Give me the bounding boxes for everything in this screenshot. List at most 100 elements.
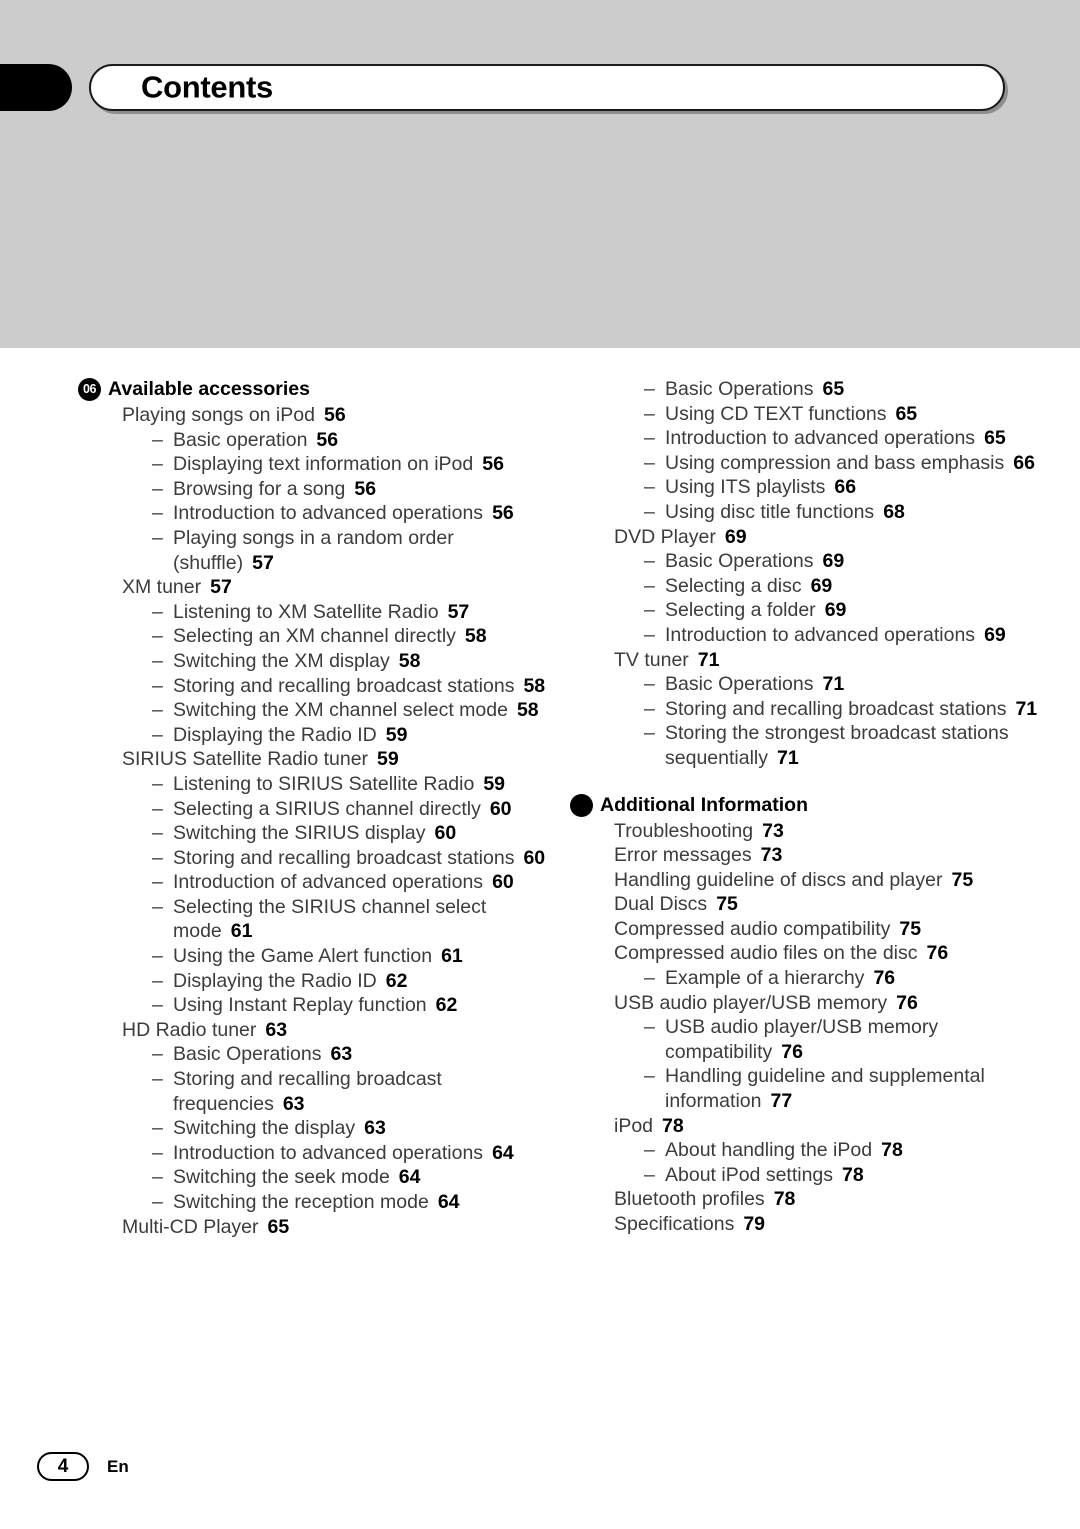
toc-entry[interactable]: – Using compression and bass emphasis 66 — [570, 451, 1040, 476]
toc-entry[interactable]: – Switching the reception mode 64 — [78, 1190, 548, 1215]
toc-entry[interactable]: – Using ITS playlists 66 — [570, 475, 1040, 500]
entry-dash-icon: – — [644, 574, 655, 597]
toc-entry[interactable]: – Listening to XM Satellite Radio 57 — [78, 600, 548, 625]
toc-entry[interactable]: – Introduction to advanced operations 56 — [78, 501, 548, 526]
toc-entry[interactable]: – Selecting an XM channel directly 58 — [78, 624, 548, 649]
toc-entry[interactable]: Handling guideline of discs and player 75 — [570, 868, 1040, 893]
toc-entry-body: USB audio player/USB memory compatibilit… — [665, 1015, 1040, 1064]
toc-entry-page-number: 69 — [984, 623, 1006, 646]
toc-entry[interactable]: – Basic Operations 69 — [570, 549, 1040, 574]
toc-entry[interactable]: – USB audio player/USB memory compatibili… — [570, 1015, 1040, 1064]
entry-dash-icon: – — [644, 550, 655, 573]
entry-dash-icon: – — [152, 1141, 163, 1164]
toc-entry[interactable]: – Example of a hierarchy 76 — [570, 966, 1040, 991]
toc-entry[interactable]: – Introduction to advanced operations 64 — [78, 1141, 548, 1166]
toc-entry[interactable]: – Storing and recalling broadcast station… — [78, 674, 548, 699]
toc-entry[interactable]: – Playing songs in a random order (shuffl… — [78, 526, 548, 575]
toc-entry[interactable]: – Displaying the Radio ID 59 — [78, 723, 548, 748]
toc-entry[interactable]: Compressed audio files on the disc 76 — [570, 941, 1040, 966]
toc-entry-label: About iPod settings — [665, 1163, 834, 1186]
toc-entry[interactable]: – Introduction of advanced operations 60 — [78, 870, 548, 895]
toc-entry[interactable]: TV tuner 71 — [570, 648, 1040, 673]
toc-entry[interactable]: Bluetooth profiles 78 — [570, 1187, 1040, 1212]
toc-entry[interactable]: – Storing and recalling broadcast station… — [570, 697, 1040, 722]
toc-entry-page-number: 59 — [483, 772, 506, 795]
toc-entry[interactable]: – About handling the iPod 78 — [570, 1138, 1040, 1163]
toc-entry[interactable]: – Selecting the SIRIUS channel select mod… — [78, 895, 548, 944]
toc-entry[interactable]: – Switching the XM channel select mode 58 — [78, 698, 548, 723]
toc-entry-body: Displaying the Radio ID 62 — [173, 969, 548, 994]
toc-entry[interactable]: – Using Instant Replay function 62 — [78, 993, 548, 1018]
toc-entry-body: Storing and recalling broadcast stations… — [173, 674, 548, 699]
toc-entry[interactable]: – Using CD TEXT functions 65 — [570, 402, 1040, 427]
toc-entry[interactable]: – Switching the display 63 — [78, 1116, 548, 1141]
toc-entry-label: Listening to XM Satellite Radio — [173, 600, 439, 623]
toc-entry[interactable]: – Storing and recalling broadcast frequen… — [78, 1067, 548, 1116]
toc-entry-body: Storing and recalling broadcast stations… — [173, 846, 548, 871]
toc-entry[interactable]: USB audio player/USB memory 76 — [570, 991, 1040, 1016]
toc-entry-body: Selecting a SIRIUS channel directly 60 — [173, 797, 548, 822]
toc-entry[interactable]: – Storing and recalling broadcast station… — [78, 846, 548, 871]
page-title: Contents — [141, 68, 273, 104]
toc-entry-label: Handling guideline and supplemental info… — [665, 1065, 985, 1113]
toc-column-left: 06 Available accessories Playing songs on … — [78, 377, 548, 1239]
language-code: En — [107, 1457, 129, 1476]
toc-entry[interactable]: Playing songs on iPod 56 — [78, 403, 548, 428]
toc-entry-page-number: 63 — [265, 1018, 288, 1041]
toc-entry-page-number: 66 — [834, 476, 857, 499]
toc-entry-page-number: 59 — [385, 723, 408, 746]
toc-entry-body: Error messages 73 — [614, 843, 1040, 868]
toc-entry[interactable]: – Using the Game Alert function 61 — [78, 944, 548, 969]
toc-entry[interactable]: – Introduction to advanced operations 65 — [570, 426, 1040, 451]
toc-entry-body: Storing the strongest broadcast stations… — [665, 721, 1040, 770]
toc-entry-page-number: 69 — [824, 599, 847, 622]
toc-entry[interactable]: DVD Player 69 — [570, 525, 1040, 550]
entry-dash-icon: – — [152, 1191, 163, 1213]
toc-entry[interactable]: – Selecting a disc 69 — [570, 574, 1040, 599]
toc-entry-label: Switching the SIRIUS display — [173, 822, 426, 845]
page-number: 4 — [37, 1452, 89, 1481]
toc-entry[interactable]: – Listening to SIRIUS Satellite Radio 59 — [78, 772, 548, 797]
toc-entry[interactable]: iPod 78 — [570, 1114, 1040, 1139]
toc-entry[interactable]: – Basic Operations 71 — [570, 672, 1040, 697]
toc-entry-page-number: 60 — [492, 871, 514, 894]
toc-entry[interactable]: – Displaying text information on iPod 56 — [78, 452, 548, 477]
toc-entry[interactable]: – Switching the SIRIUS display 60 — [78, 821, 548, 846]
toc-entry[interactable]: – Selecting a folder 69 — [570, 598, 1040, 623]
toc-column-right: – Basic Operations 65– Using CD TEXT functi… — [570, 377, 1040, 1237]
toc-entry[interactable]: – Using disc title functions 68 — [570, 500, 1040, 525]
toc-entry-label: HD Radio tuner — [122, 1018, 257, 1041]
toc-entry-label: Basic Operations — [173, 1043, 322, 1066]
toc-entry[interactable]: Specifications 79 — [570, 1212, 1040, 1237]
toc-list: – Basic Operations 65– Using CD TEXT functi… — [570, 377, 1040, 771]
toc-entry-body: iPod 78 — [614, 1114, 1040, 1139]
toc-entry-label: Specifications — [614, 1213, 735, 1235]
toc-entry[interactable]: HD Radio tuner 63 — [78, 1018, 548, 1043]
toc-entry[interactable]: – Handling guideline and supplemental inf… — [570, 1064, 1040, 1113]
entry-dash-icon: – — [152, 1117, 163, 1140]
toc-entry[interactable]: SIRIUS Satellite Radio tuner 59 — [78, 747, 548, 772]
toc-entry[interactable]: – Introduction to advanced operations 69 — [570, 623, 1040, 648]
toc-entry[interactable]: – Basic operation 56 — [78, 428, 548, 453]
contents-body: 06 Available accessories Playing songs on … — [0, 348, 1080, 1438]
toc-entry[interactable]: – About iPod settings 78 — [570, 1163, 1040, 1188]
toc-entry-label: Switching the display — [173, 1117, 356, 1140]
toc-entry[interactable]: – Basic Operations 65 — [570, 377, 1040, 402]
toc-entry[interactable]: Multi-CD Player 65 — [78, 1215, 548, 1240]
toc-entry[interactable]: Dual Discs 75 — [570, 892, 1040, 917]
toc-entry[interactable]: XM tuner 57 — [78, 575, 548, 600]
toc-entry-page-number: 71 — [822, 673, 845, 696]
toc-entry[interactable]: – Switching the XM display 58 — [78, 649, 548, 674]
toc-entry[interactable]: – Switching the seek mode 64 — [78, 1165, 548, 1190]
toc-entry[interactable]: – Basic Operations 63 — [78, 1042, 548, 1067]
toc-entry[interactable]: – Browsing for a song 56 — [78, 477, 548, 502]
toc-entry[interactable]: Compressed audio compatibility 75 — [570, 917, 1040, 942]
toc-entry[interactable]: Troubleshooting 73 — [570, 819, 1040, 844]
toc-entry[interactable]: – Storing the strongest broadcast station… — [570, 721, 1040, 770]
toc-entry-body: Using CD TEXT functions 65 — [665, 402, 1040, 427]
toc-entry-label: Using the Game Alert function — [173, 945, 433, 968]
toc-entry-page-number: 64 — [398, 1166, 421, 1189]
toc-entry[interactable]: Error messages 73 — [570, 843, 1040, 868]
toc-entry[interactable]: – Selecting a SIRIUS channel directly 60 — [78, 797, 548, 822]
toc-entry[interactable]: – Displaying the Radio ID 62 — [78, 969, 548, 994]
